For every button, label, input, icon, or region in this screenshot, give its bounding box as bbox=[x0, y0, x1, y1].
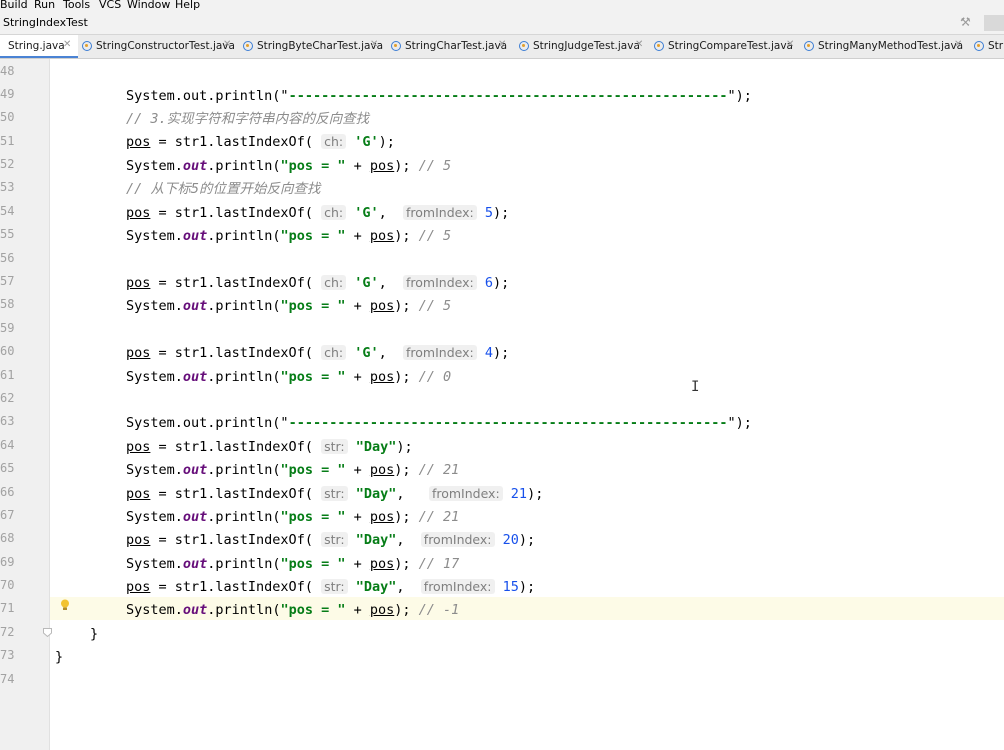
line-number: 59 bbox=[0, 321, 15, 335]
java-class-icon bbox=[804, 41, 814, 51]
tab-label: Stri bbox=[988, 40, 1004, 52]
close-icon[interactable]: ✕ bbox=[635, 39, 643, 50]
java-class-icon bbox=[82, 41, 92, 51]
tab-string-compare-test[interactable]: StringCompareTest.java ✕ bbox=[654, 35, 796, 58]
line-number: 66 bbox=[0, 485, 15, 499]
java-class-icon bbox=[391, 41, 401, 51]
code-line-70: pos = str1.lastIndexOf( str: "Day", from… bbox=[126, 579, 536, 595]
param-hint: ch: bbox=[321, 134, 347, 149]
code-line-71: System.out.println("pos = " + pos); // -… bbox=[126, 602, 460, 618]
line-number: 49 bbox=[0, 87, 15, 101]
menu-run[interactable]: Run bbox=[34, 0, 55, 11]
line-number: 55 bbox=[0, 227, 15, 241]
close-icon[interactable]: ✕ bbox=[223, 39, 231, 50]
line-number: 67 bbox=[0, 508, 15, 522]
close-icon[interactable]: ✕ bbox=[954, 39, 962, 50]
code-line-51: pos = str1.lastIndexOf( ch: 'G'); bbox=[126, 134, 395, 150]
navigation-bar: StringIndexTest ⚒ bbox=[0, 12, 1004, 35]
editor-tab-bar: String.java ✕ StringConstructorTest.java… bbox=[0, 35, 1004, 59]
java-class-icon bbox=[974, 41, 984, 51]
fold-marker-icon[interactable] bbox=[43, 628, 52, 637]
code-line-52: System.out.println("pos = " + pos); // 5 bbox=[126, 158, 452, 174]
line-number: 69 bbox=[0, 555, 15, 569]
code-line-54: pos = str1.lastIndexOf( ch: 'G', fromInd… bbox=[126, 205, 510, 221]
code-line-73: } bbox=[55, 649, 64, 665]
close-icon[interactable]: ✕ bbox=[370, 39, 378, 50]
line-number: 51 bbox=[0, 134, 15, 148]
tab-label: StringJudgeTest.java bbox=[533, 40, 640, 52]
menu-tools[interactable]: Tools bbox=[63, 0, 90, 11]
java-class-icon bbox=[243, 41, 253, 51]
build-hammer-icon[interactable]: ⚒ bbox=[960, 15, 971, 29]
line-number: 74 bbox=[0, 672, 15, 686]
line-number: 58 bbox=[0, 297, 15, 311]
tab-label: StringConstructorTest.java bbox=[96, 40, 235, 52]
tab-label: StringCompareTest.java bbox=[668, 40, 793, 52]
line-number: 72 bbox=[0, 625, 15, 639]
code-line-49: System.out.println("--------------------… bbox=[126, 88, 752, 104]
line-number: 62 bbox=[0, 391, 15, 405]
tab-label: StringCharTest.java bbox=[405, 40, 508, 52]
code-line-65: System.out.println("pos = " + pos); // 2… bbox=[126, 462, 460, 478]
code-line-58: System.out.println("pos = " + pos); // 5 bbox=[126, 298, 452, 314]
java-class-icon bbox=[519, 41, 529, 51]
code-line-68: pos = str1.lastIndexOf( str: "Day", from… bbox=[126, 532, 536, 548]
line-number: 73 bbox=[0, 648, 15, 662]
tab-string-truncated[interactable]: Stri bbox=[974, 35, 1004, 58]
code-line-50: // 3.实现字符和字符串内容的反向查找 bbox=[126, 111, 370, 127]
lightbulb-icon[interactable] bbox=[60, 599, 70, 611]
tab-string-many-method-test[interactable]: StringManyMethodTest.java ✕ bbox=[804, 35, 966, 58]
line-number: 65 bbox=[0, 461, 15, 475]
menu-bar: Build Run Tools VCS Window Help bbox=[0, 0, 1004, 12]
tab-label: StringByteCharTest.java bbox=[257, 40, 384, 52]
line-number: 70 bbox=[0, 578, 15, 592]
close-icon[interactable]: ✕ bbox=[786, 39, 794, 50]
tab-string-judge-test[interactable]: StringJudgeTest.java ✕ bbox=[519, 35, 647, 58]
code-line-57: pos = str1.lastIndexOf( ch: 'G', fromInd… bbox=[126, 275, 510, 291]
code-line-66: pos = str1.lastIndexOf( str: "Day", from… bbox=[126, 486, 544, 502]
run-config-icon[interactable] bbox=[984, 15, 1004, 31]
code-line-64: pos = str1.lastIndexOf( str: "Day"); bbox=[126, 439, 413, 455]
code-line-69: System.out.println("pos = " + pos); // 1… bbox=[126, 556, 460, 572]
tab-label: String.java bbox=[8, 40, 65, 52]
tab-string-byte-char-test[interactable]: StringByteCharTest.java ✕ bbox=[243, 35, 384, 58]
code-line-72: } bbox=[90, 626, 99, 642]
line-number: 64 bbox=[0, 438, 15, 452]
tab-label: StringManyMethodTest.java bbox=[818, 40, 964, 52]
breadcrumb[interactable]: StringIndexTest bbox=[3, 16, 88, 29]
code-line-60: pos = str1.lastIndexOf( ch: 'G', fromInd… bbox=[126, 345, 510, 361]
line-number: 60 bbox=[0, 344, 15, 358]
menu-build[interactable]: Build bbox=[0, 0, 28, 11]
line-number: 68 bbox=[0, 531, 15, 545]
line-number: 57 bbox=[0, 274, 15, 288]
line-number: 48 bbox=[0, 64, 15, 78]
tab-string-constructor-test[interactable]: StringConstructorTest.java ✕ bbox=[82, 35, 235, 58]
close-icon[interactable]: ✕ bbox=[63, 39, 71, 50]
line-number: 63 bbox=[0, 414, 15, 428]
menu-window[interactable]: Window bbox=[127, 0, 170, 11]
code-line-55: System.out.println("pos = " + pos); // 5 bbox=[126, 228, 452, 244]
line-number: 52 bbox=[0, 157, 15, 171]
code-line-53: // 从下标5的位置开始反向查找 bbox=[126, 181, 321, 197]
text-cursor-icon: I bbox=[691, 379, 700, 395]
line-number: 61 bbox=[0, 368, 15, 382]
menu-help[interactable]: Help bbox=[175, 0, 200, 11]
line-number: 54 bbox=[0, 204, 15, 218]
line-number: 56 bbox=[0, 251, 15, 265]
code-line-63: System.out.println("--------------------… bbox=[126, 415, 752, 431]
code-line-67: System.out.println("pos = " + pos); // 2… bbox=[126, 509, 460, 525]
tab-string-java[interactable]: String.java ✕ bbox=[0, 35, 78, 58]
line-number: 53 bbox=[0, 180, 15, 194]
java-class-icon bbox=[654, 41, 664, 51]
line-number: 71 bbox=[0, 601, 15, 615]
close-icon[interactable]: ✕ bbox=[498, 39, 506, 50]
line-number: 50 bbox=[0, 110, 15, 124]
tab-string-char-test[interactable]: StringCharTest.java ✕ bbox=[391, 35, 509, 58]
menu-vcs[interactable]: VCS bbox=[99, 0, 121, 11]
code-line-61: System.out.println("pos = " + pos); // 0 bbox=[126, 369, 452, 385]
